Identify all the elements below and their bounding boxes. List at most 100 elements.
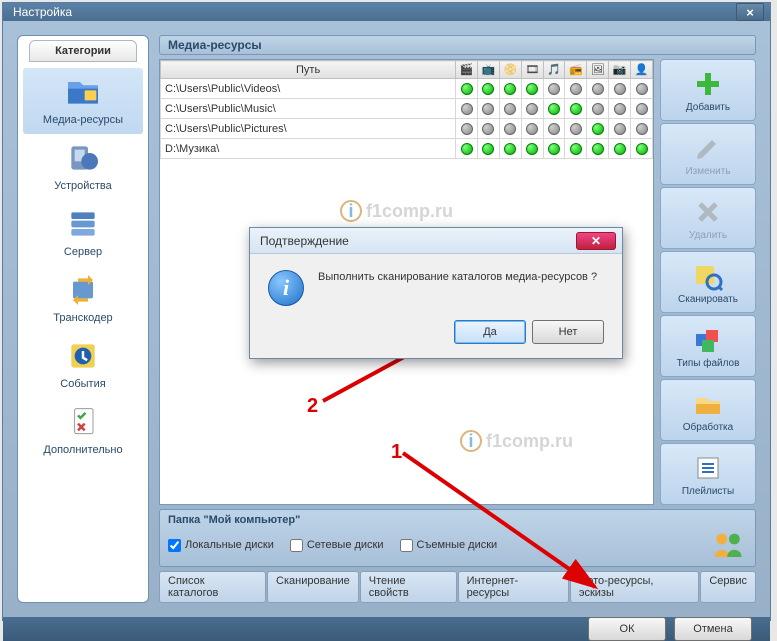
scan-button[interactable]: Сканировать bbox=[660, 251, 756, 313]
col-flag-5[interactable]: 🎵 bbox=[543, 61, 565, 79]
flag-cell[interactable] bbox=[587, 79, 609, 99]
sidebar-item-label: Сервер bbox=[64, 246, 102, 258]
flag-cell[interactable] bbox=[456, 119, 478, 139]
playlists-button[interactable]: Плейлисты bbox=[660, 443, 756, 505]
tab[interactable]: Сканирование bbox=[267, 571, 359, 603]
flag-on-icon bbox=[570, 143, 582, 155]
col-flag-4[interactable]: 🎞 bbox=[521, 61, 543, 79]
sidebar-item-media[interactable]: Медиа-ресурсы bbox=[23, 68, 143, 134]
flag-cell[interactable] bbox=[478, 119, 500, 139]
side-button-label: Изменить bbox=[685, 166, 730, 177]
delete-icon bbox=[692, 196, 724, 228]
tab[interactable]: Список каталогов bbox=[159, 571, 266, 603]
flag-cell[interactable] bbox=[456, 139, 478, 159]
sidebar-item-transcoder[interactable]: Транскодер bbox=[23, 266, 143, 332]
flag-cell[interactable] bbox=[609, 79, 631, 99]
flag-cell[interactable] bbox=[565, 79, 587, 99]
col-path[interactable]: Путь bbox=[161, 61, 456, 79]
flag-off-icon bbox=[592, 103, 604, 115]
col-flag-6[interactable]: 📻 bbox=[565, 61, 587, 79]
tab[interactable]: Чтение свойств bbox=[360, 571, 457, 603]
watermark: if1comp.ru bbox=[340, 200, 453, 222]
flag-cell[interactable] bbox=[499, 79, 521, 99]
flag-cell[interactable] bbox=[587, 139, 609, 159]
flag-cell[interactable] bbox=[521, 79, 543, 99]
dialog-yes-button[interactable]: Да bbox=[454, 320, 526, 344]
tab[interactable]: Фото-ресурсы, эскизы bbox=[570, 571, 699, 603]
flag-cell[interactable] bbox=[478, 139, 500, 159]
flag-cell[interactable] bbox=[587, 119, 609, 139]
col-flag-9[interactable]: 👤 bbox=[631, 61, 653, 79]
flag-cell[interactable] bbox=[521, 119, 543, 139]
col-flag-7[interactable]: 🖼 bbox=[587, 61, 609, 79]
flag-cell[interactable] bbox=[499, 119, 521, 139]
processing-button[interactable]: Обработка bbox=[660, 379, 756, 441]
sidebar-item-devices[interactable]: Устройства bbox=[23, 134, 143, 200]
table-row[interactable]: D:\Музика\ bbox=[161, 139, 653, 159]
table-row[interactable]: C:\Users\Public\Music\ bbox=[161, 99, 653, 119]
flag-cell[interactable] bbox=[609, 99, 631, 119]
flag-cell[interactable] bbox=[499, 139, 521, 159]
flag-cell[interactable] bbox=[521, 139, 543, 159]
flag-cell[interactable] bbox=[565, 139, 587, 159]
sidebar-item-advanced[interactable]: Дополнительно bbox=[23, 398, 143, 464]
flag-cell[interactable] bbox=[631, 139, 653, 159]
flag-cell[interactable] bbox=[543, 99, 565, 119]
sidebar-item-events[interactable]: События bbox=[23, 332, 143, 398]
filetypes-button[interactable]: Типы файлов bbox=[660, 315, 756, 377]
add-button[interactable]: Добавить bbox=[660, 59, 756, 121]
users-icon[interactable] bbox=[711, 530, 747, 560]
flag-cell[interactable] bbox=[499, 99, 521, 119]
flag-cell[interactable] bbox=[478, 99, 500, 119]
server-icon bbox=[63, 204, 103, 244]
flag-cell[interactable] bbox=[456, 79, 478, 99]
flag-cell[interactable] bbox=[543, 119, 565, 139]
flag-off-icon bbox=[461, 123, 473, 135]
checkbox-input[interactable] bbox=[168, 539, 181, 552]
flag-cell[interactable] bbox=[587, 99, 609, 119]
flag-cell[interactable] bbox=[609, 119, 631, 139]
col-flag-3[interactable]: 📀 bbox=[499, 61, 521, 79]
sidebar-item-label: Дополнительно bbox=[43, 444, 122, 456]
disk-checkbox[interactable]: Съемные диски bbox=[400, 539, 498, 552]
flag-cell[interactable] bbox=[609, 139, 631, 159]
table-row[interactable]: C:\Users\Public\Pictures\ bbox=[161, 119, 653, 139]
table-row[interactable]: C:\Users\Public\Videos\ bbox=[161, 79, 653, 99]
scan-icon bbox=[692, 260, 724, 292]
tab[interactable]: Интернет-ресурсы bbox=[458, 571, 569, 603]
col-flag-1[interactable]: 🎬 bbox=[456, 61, 478, 79]
flag-on-icon bbox=[526, 143, 538, 155]
flag-cell[interactable] bbox=[456, 99, 478, 119]
window-close-button[interactable]: × bbox=[736, 3, 764, 21]
sidebar-item-server[interactable]: Сервер bbox=[23, 200, 143, 266]
flag-on-icon bbox=[482, 83, 494, 95]
ok-button[interactable]: ОК bbox=[588, 617, 666, 641]
flag-cell[interactable] bbox=[478, 79, 500, 99]
checkbox-input[interactable] bbox=[290, 539, 303, 552]
cancel-button[interactable]: Отмена bbox=[674, 617, 752, 641]
col-flag-2[interactable]: 📺 bbox=[478, 61, 500, 79]
checkbox-input[interactable] bbox=[400, 539, 413, 552]
flag-cell[interactable] bbox=[631, 119, 653, 139]
tab[interactable]: Сервис bbox=[700, 571, 756, 603]
flag-off-icon bbox=[482, 123, 494, 135]
dialog-close-button[interactable]: ✕ bbox=[576, 232, 616, 250]
flag-off-icon bbox=[614, 123, 626, 135]
dialog-no-button[interactable]: Нет bbox=[532, 320, 604, 344]
edit-button: Изменить bbox=[660, 123, 756, 185]
flag-cell[interactable] bbox=[543, 139, 565, 159]
flag-cell[interactable] bbox=[565, 119, 587, 139]
transcoder-icon bbox=[63, 270, 103, 310]
flag-cell[interactable] bbox=[631, 79, 653, 99]
col-flag-8[interactable]: 📷 bbox=[609, 61, 631, 79]
flag-on-icon bbox=[504, 83, 516, 95]
flag-cell[interactable] bbox=[521, 99, 543, 119]
disk-checkbox[interactable]: Локальные диски bbox=[168, 539, 274, 552]
disk-checkbox[interactable]: Сетевые диски bbox=[290, 539, 384, 552]
flag-cell[interactable] bbox=[631, 99, 653, 119]
flag-cell[interactable] bbox=[565, 99, 587, 119]
flag-cell[interactable] bbox=[543, 79, 565, 99]
sidebar-item-label: Устройства bbox=[54, 180, 112, 192]
dialog-text: Выполнить сканирование каталогов медиа-р… bbox=[318, 270, 604, 306]
flag-off-icon bbox=[526, 123, 538, 135]
